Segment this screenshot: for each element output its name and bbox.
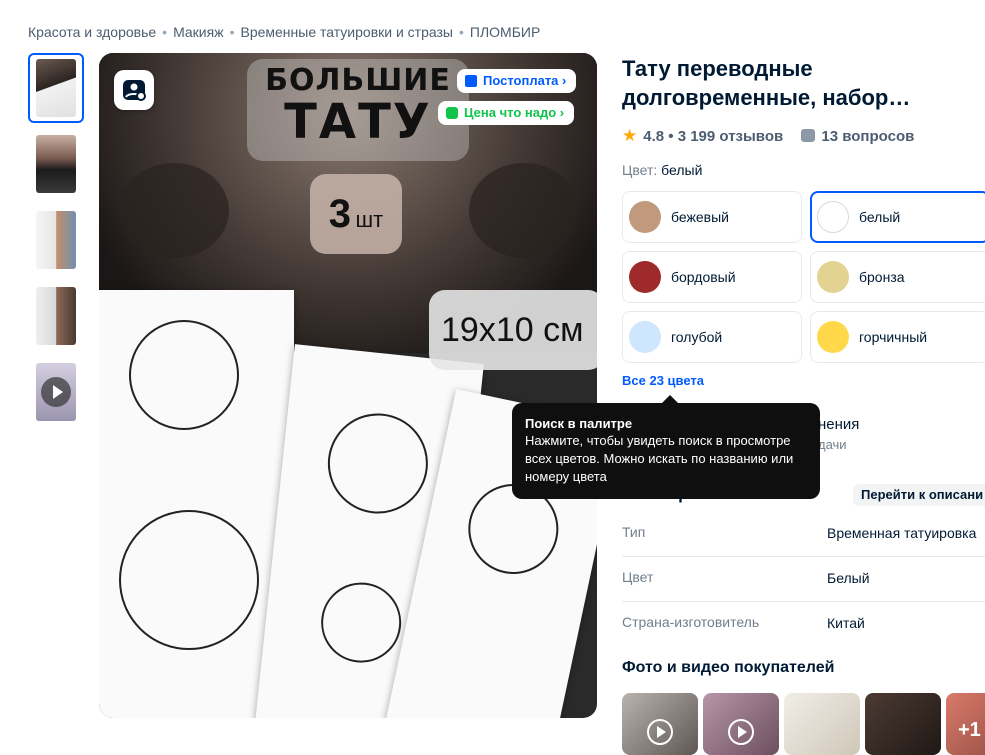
color-name: бронза (859, 269, 905, 285)
reviews-link[interactable]: • 3 199 отзывов (668, 128, 783, 145)
color-name: бежевый (671, 209, 729, 225)
color-dot (629, 321, 661, 353)
thumbnail-4[interactable] (28, 281, 84, 351)
color-name: голубой (671, 329, 723, 345)
thumbnail-list (28, 53, 84, 433)
image-title-line1: БОЛЬШИЕ (265, 63, 451, 98)
search-by-photo-button[interactable] (114, 70, 154, 110)
customer-photo-1[interactable] (784, 693, 860, 755)
color-label: Цвет: белый (622, 162, 702, 178)
play-icon (728, 719, 754, 745)
thumbnail-video[interactable] (28, 357, 84, 427)
card-icon (465, 75, 477, 87)
breadcrumb-item-tattoos[interactable]: Временные татуировки и стразы (240, 24, 453, 40)
color-dot (817, 321, 849, 353)
color-dot (629, 201, 661, 233)
main-product-image[interactable]: БОЛЬШИЕ ТАТУ 3 шт 19x10 см (99, 53, 597, 718)
color-swatch-bronze[interactable]: бронза (810, 251, 985, 303)
palette-search-tooltip: Поиск в палитре Нажмите, чтобы увидеть п… (512, 395, 820, 499)
good-price-pill[interactable]: Цена что надо › (438, 101, 575, 125)
color-dot (817, 201, 849, 233)
customer-video-2[interactable] (703, 693, 779, 755)
questions-link[interactable]: 13 вопросов (801, 128, 914, 145)
tooltip-body: Нажмите, чтобы увидеть поиск в просмотре… (525, 433, 794, 484)
color-swatch-beige[interactable]: бежевый (622, 191, 802, 243)
color-dot (817, 261, 849, 293)
customer-media-strip: +1 (622, 693, 985, 755)
color-label-value: белый (661, 162, 703, 178)
star-icon: ★ (622, 126, 638, 145)
questions-label: 13 вопросов (821, 128, 915, 145)
color-label-key: Цвет: (622, 162, 658, 178)
question-icon (801, 129, 816, 142)
spec-row: Страна-изготовитель Китай (622, 602, 985, 647)
image-size-badge: 19x10 см (429, 290, 597, 370)
breadcrumb-separator: • (459, 24, 464, 40)
count-unit: шт (355, 207, 384, 232)
tattoo-flower-right (469, 163, 579, 258)
thumbs-up-icon (446, 107, 458, 119)
play-icon (41, 377, 71, 407)
image-title-badge: БОЛЬШИЕ ТАТУ (247, 59, 469, 161)
customer-media-more[interactable]: +1 (946, 693, 985, 755)
postpay-pill[interactable]: Постоплата › (457, 69, 577, 93)
color-name: горчичный (859, 329, 928, 345)
thumbnail-2[interactable] (28, 129, 84, 199)
breadcrumb-item-makeup[interactable]: Макияж (173, 24, 224, 40)
color-name: бордовый (671, 269, 736, 285)
customer-video-1[interactable] (622, 693, 698, 755)
breadcrumb-separator: • (229, 24, 235, 40)
hidden-option-subtitle: дачи (818, 437, 847, 452)
color-dot (629, 261, 661, 293)
goto-description-button[interactable]: Перейти к описани (853, 484, 985, 506)
customer-photo-2[interactable] (865, 693, 941, 755)
hidden-option-title: нения (818, 416, 860, 433)
thumbnail-1[interactable] (28, 53, 84, 123)
tattoo-flower-left (119, 163, 229, 258)
count-number: 3 (328, 192, 352, 236)
spec-key: Цвет (622, 569, 654, 585)
color-swatch-white[interactable]: белый (810, 191, 985, 243)
spec-row: Тип Временная татуировка (622, 512, 985, 557)
postpay-label: Постоплата › (483, 73, 567, 88)
all-colors-link[interactable]: Все 23 цвета (622, 373, 704, 388)
customer-media-title: Фото и видео покупателей (622, 659, 835, 676)
thumbnail-3[interactable] (28, 205, 84, 275)
tooltip-title: Поиск в палитре (525, 416, 633, 431)
color-swatch-burgundy[interactable]: бордовый (622, 251, 802, 303)
color-swatch-light-blue[interactable]: голубой (622, 311, 802, 363)
color-swatch-mustard[interactable]: горчичный (810, 311, 985, 363)
color-name: белый (859, 209, 901, 225)
spec-key: Тип (622, 524, 646, 540)
good-price-label: Цена что надо › (464, 105, 565, 120)
breadcrumb-item-beauty[interactable]: Красота и здоровье (28, 24, 156, 40)
product-title: Тату переводные долговременные, набор… (622, 56, 911, 110)
spec-value: Белый (827, 570, 870, 586)
image-count-badge: 3 шт (310, 174, 402, 254)
more-count: +1 (958, 719, 981, 741)
camera-search-icon (123, 80, 146, 101)
rating-row[interactable]: ★ 4.8 • 3 199 отзывов 13 вопросов (622, 126, 914, 146)
rating-value: 4.8 (643, 128, 665, 145)
spec-row: Цвет Белый (622, 557, 985, 602)
spec-value: Временная татуировка (827, 525, 977, 541)
breadcrumb: Красота и здоровье • Макияж • Временные тату… (28, 24, 540, 40)
spec-key: Страна-изготовитель (622, 614, 760, 630)
spec-value: Китай (827, 615, 865, 631)
breadcrumb-item-brand[interactable]: ПЛОМБИР (470, 24, 540, 40)
play-icon (647, 719, 673, 745)
breadcrumb-separator: • (162, 24, 168, 40)
image-title-line2: ТАТУ (284, 94, 432, 150)
